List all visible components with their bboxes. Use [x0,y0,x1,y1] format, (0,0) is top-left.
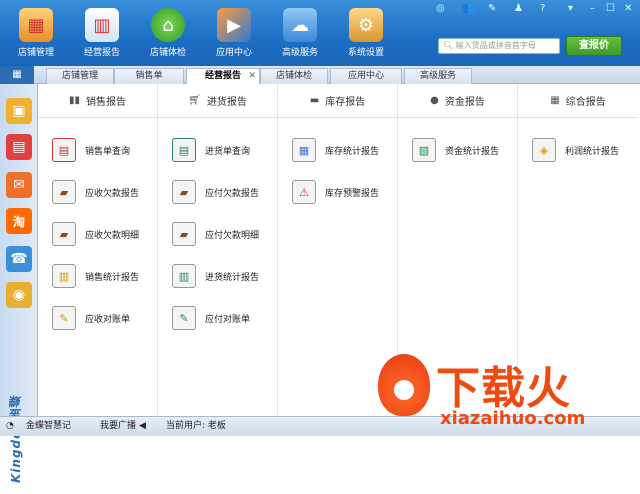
wallet-icon: ▰ [172,180,196,204]
sidebar: ▣ ▤ ✉ 淘 ☎ ◉ Kingdee金蝶 [0,84,38,483]
tab-store-management[interactable]: 店铺管理 [46,68,114,84]
receivable-detail-link[interactable]: ▰ 应收欠款明细 [52,220,139,248]
menu-icon[interactable]: ▾ [568,3,573,14]
sidebar-phone-icon[interactable]: ☎ [6,246,32,272]
statistics-icon: ▥ [172,264,196,288]
toolbar-business-report-button[interactable]: ▥ 经营报告 [72,6,132,64]
sales-report-column: ▮▮ 销售报告 ▤ 销售单查询 ▰ 应收欠款报告 ▰ 应收欠款明细 ▥ 销售统计报告 ✎ 应… [38,84,158,416]
gear-icon: ⚙ [349,8,383,42]
purchase-report-column: 🛒︎ 进货报告 ▤ 进货单查询 ▰ 应付欠款报告 ▰ 应付欠款明细 ▥ 进货统计报告 ✎ 应… [158,84,278,416]
watermark-url: xiazaihuo.com [440,408,586,429]
column-header: ▦ 综合报告 [518,84,638,118]
profit-statistics-link[interactable]: ◈ 利润统计报告 [532,136,619,164]
report-chart-icon: ▥ [85,8,119,42]
broadcast-button[interactable]: 我要广播 [100,417,136,436]
close-icon[interactable]: ✕ [624,3,632,14]
app-logo-icon: ◔ [6,421,14,431]
inventory-stat-icon: ▦ [292,138,316,162]
grid-menu-icon[interactable]: ▦ [0,66,34,84]
tab-app-center[interactable]: 应用中心 [330,68,402,84]
help-icon[interactable]: ? [540,3,545,14]
bar-chart-icon: ▮▮ [68,95,80,106]
tab-sales-order[interactable]: 销售单 [114,68,184,84]
flame-logo-icon [378,354,430,416]
tab-business-report[interactable]: 经营报告 ✕ [186,68,260,85]
watermark: 下载火 xiazaihuo.com [374,352,640,436]
column-header: 🛒︎ 进货报告 [158,84,277,118]
statistics-icon: ▥ [52,264,76,288]
kingdee-logo: Kingdee金蝶 [9,394,23,484]
toolbar-app-center-button[interactable]: ▶ 应用中心 [204,6,264,64]
app-name: 金蝶智慧记 [26,421,72,431]
sidebar-calendar-icon[interactable]: ▤ [6,134,32,160]
payable-report-link[interactable]: ▰ 应付欠款报告 [172,178,259,206]
fund-statistics-link[interactable]: ▧ 资金统计报告 [412,136,499,164]
search-price-button[interactable]: 查报价 [566,36,622,56]
sidebar-coins-icon[interactable]: ◉ [6,282,32,308]
top-toolbar: ▦ 店铺管理 ▥ 经营报告 ⌂ 店铺体检 ▶ 应用中心 ☁ 高级服务 ⚙ 系统设… [0,0,640,66]
wallet-icon: ▰ [52,180,76,204]
grid-icon: ▦ [550,95,560,106]
weibo-icon[interactable]: ◎ [436,3,445,14]
app-center-icon: ▶ [217,8,251,42]
column-header: ▬ 库存报告 [278,84,397,118]
minimize-icon[interactable]: – [590,3,595,14]
toolbar-store-check-button[interactable]: ⌂ 店铺体检 [138,6,198,64]
maximize-icon[interactable]: ☐ [606,3,615,14]
toolbar-system-settings-button[interactable]: ⚙ 系统设置 [336,6,396,64]
fund-stat-icon: ▧ [412,138,436,162]
home-check-icon: ⌂ [151,8,185,42]
cloud-icon: ☁ [283,8,317,42]
shirt-skin-icon[interactable]: ♟ [514,3,523,14]
sales-order-query-link[interactable]: ▤ 销售单查询 [52,136,130,164]
sales-statistics-link[interactable]: ▥ 销售统计报告 [52,262,139,290]
receivable-report-link[interactable]: ▰ 应收欠款报告 [52,178,139,206]
storefront-icon: ▦ [19,8,53,42]
purchase-order-icon: ▤ [172,138,196,162]
warning-icon: ⚠ [292,180,316,204]
purchase-statistics-link[interactable]: ▥ 进货统计报告 [172,262,259,290]
column-header: ▮▮ 销售报告 [38,84,157,118]
statement-icon: ✎ [172,306,196,330]
receivable-statement-link[interactable]: ✎ 应收对账单 [52,304,130,332]
current-user: 当前用户: 老板 [166,421,226,431]
toolbar-advanced-service-button[interactable]: ☁ 高级服务 [270,6,330,64]
inventory-warning-link[interactable]: ⚠ 库存预警报告 [292,178,379,206]
search-icon: 🔍︎ [443,41,454,50]
statement-icon: ✎ [52,306,76,330]
toolbar-store-management-button[interactable]: ▦ 店铺管理 [6,6,66,64]
inventory-statistics-link[interactable]: ▦ 库存统计报告 [292,136,379,164]
sidebar-promotion-icon[interactable]: ✉ [6,172,32,198]
sales-order-icon: ▤ [52,138,76,162]
column-header: ● 资金报告 [398,84,517,118]
wallet-detail-icon: ▰ [172,222,196,246]
tab-bar: ▦ 店铺管理 销售单 经营报告 ✕ 店铺体检 应用中心 高级服务 [0,66,640,85]
tab-close-icon[interactable]: ✕ [248,69,256,83]
inventory-icon: ▬ [309,95,320,106]
search-input[interactable]: 🔍︎ 输入货品或拼音首字母 [438,38,560,54]
tab-advanced-service[interactable]: 高级服务 [404,68,472,84]
wallet-detail-icon: ▰ [52,222,76,246]
money-icon: ● [430,95,439,106]
cart-icon: 🛒︎ [188,95,201,106]
purchase-order-query-link[interactable]: ▤ 进货单查询 [172,136,250,164]
payable-statement-link[interactable]: ✎ 应付对账单 [172,304,250,332]
sidebar-shop-icon[interactable]: ▣ [6,98,32,124]
profit-icon: ◈ [532,138,556,162]
forum-icon[interactable]: ✎ [488,3,496,14]
watermark-text: 下载火 [436,363,571,414]
user-group-icon[interactable]: 👥 [462,3,474,14]
tab-store-check[interactable]: 店铺体检 [260,68,328,84]
payable-detail-link[interactable]: ▰ 应付欠款明细 [172,220,259,248]
sidebar-taobao-icon[interactable]: 淘 [6,208,32,234]
speaker-icon[interactable]: ◀ [139,417,146,436]
